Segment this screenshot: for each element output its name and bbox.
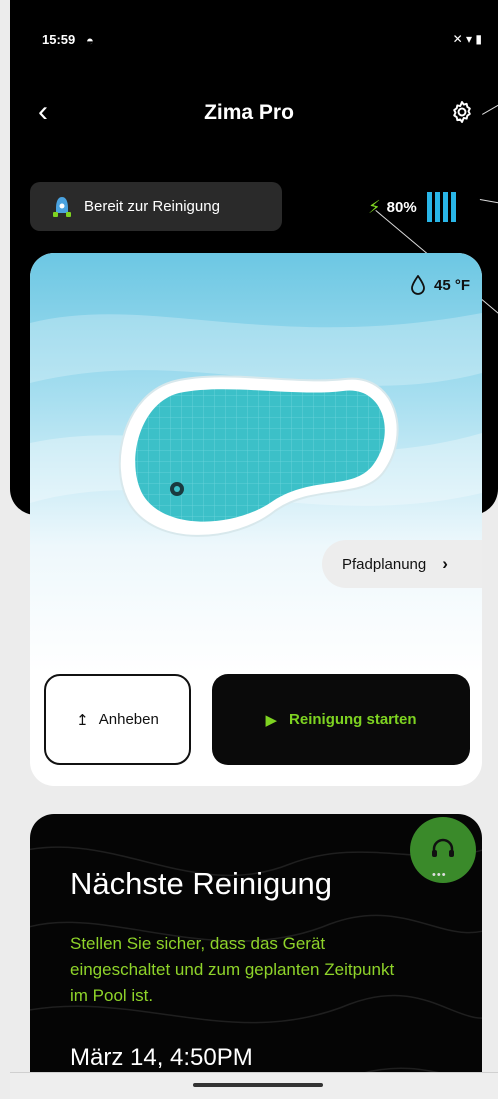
battery-bar [442,192,448,222]
droplet-icon [411,275,425,295]
system-icons: ✕ ▾ ▮ [452,32,482,46]
page-title: Zima Pro [204,101,294,124]
lift-label: Anheben [98,711,159,728]
next-cleaning-title: Nächste Reinigung [70,866,332,901]
chevron-right-icon: › [442,554,448,573]
system-navigation-bar [10,1072,498,1099]
start-cleaning-button[interactable]: ▶ Reinigung starten [212,674,470,765]
lift-button[interactable]: ↥ Anheben [44,674,191,765]
start-cleaning-label: Reinigung starten [289,711,417,728]
battery-indicator: ⚡ 80% [368,192,456,222]
pool-map-card: 45 °F Pfadplanung › ↥ Anheben ▶ Reinigun… [30,253,482,786]
status-time: 15:59 [42,32,76,47]
path-planning-button[interactable]: Pfadplanung › [322,540,482,588]
battery-bar [434,192,440,222]
status-bar: 15:59 ◓ ✕ ▾ ▮ [42,30,482,52]
home-handle[interactable] [193,1083,323,1087]
next-cleaning-datetime: März 14, 4:50PM [70,1044,253,1071]
bolt-icon: ⚡ [368,196,381,217]
app-header: ‹ Zima Pro [0,95,498,135]
support-dots: ••• [432,869,447,881]
battery-percent: 80% [386,198,417,216]
water-temperature: 45 °F [410,275,470,295]
play-icon: ▶ [265,711,278,729]
battery-bar [450,192,456,222]
headset-icon [432,838,454,857]
device-status-badge: Bereit zur Reinigung [30,182,282,231]
robot-icon [53,196,71,217]
camera-icon: ◓ [86,33,94,48]
lift-icon: ↥ [76,711,89,729]
gear-icon[interactable] [449,99,477,127]
temperature-value: 45 °F [433,276,470,294]
device-status-label: Bereit zur Reinigung [84,198,220,215]
pool-map [118,375,399,537]
battery-bar [426,192,432,222]
next-cleaning-description: Stellen Sie sicher, dass das Gerät einge… [70,934,395,1005]
path-planning-label: Pfadplanung [342,555,427,573]
battery-level-bars [426,192,456,222]
